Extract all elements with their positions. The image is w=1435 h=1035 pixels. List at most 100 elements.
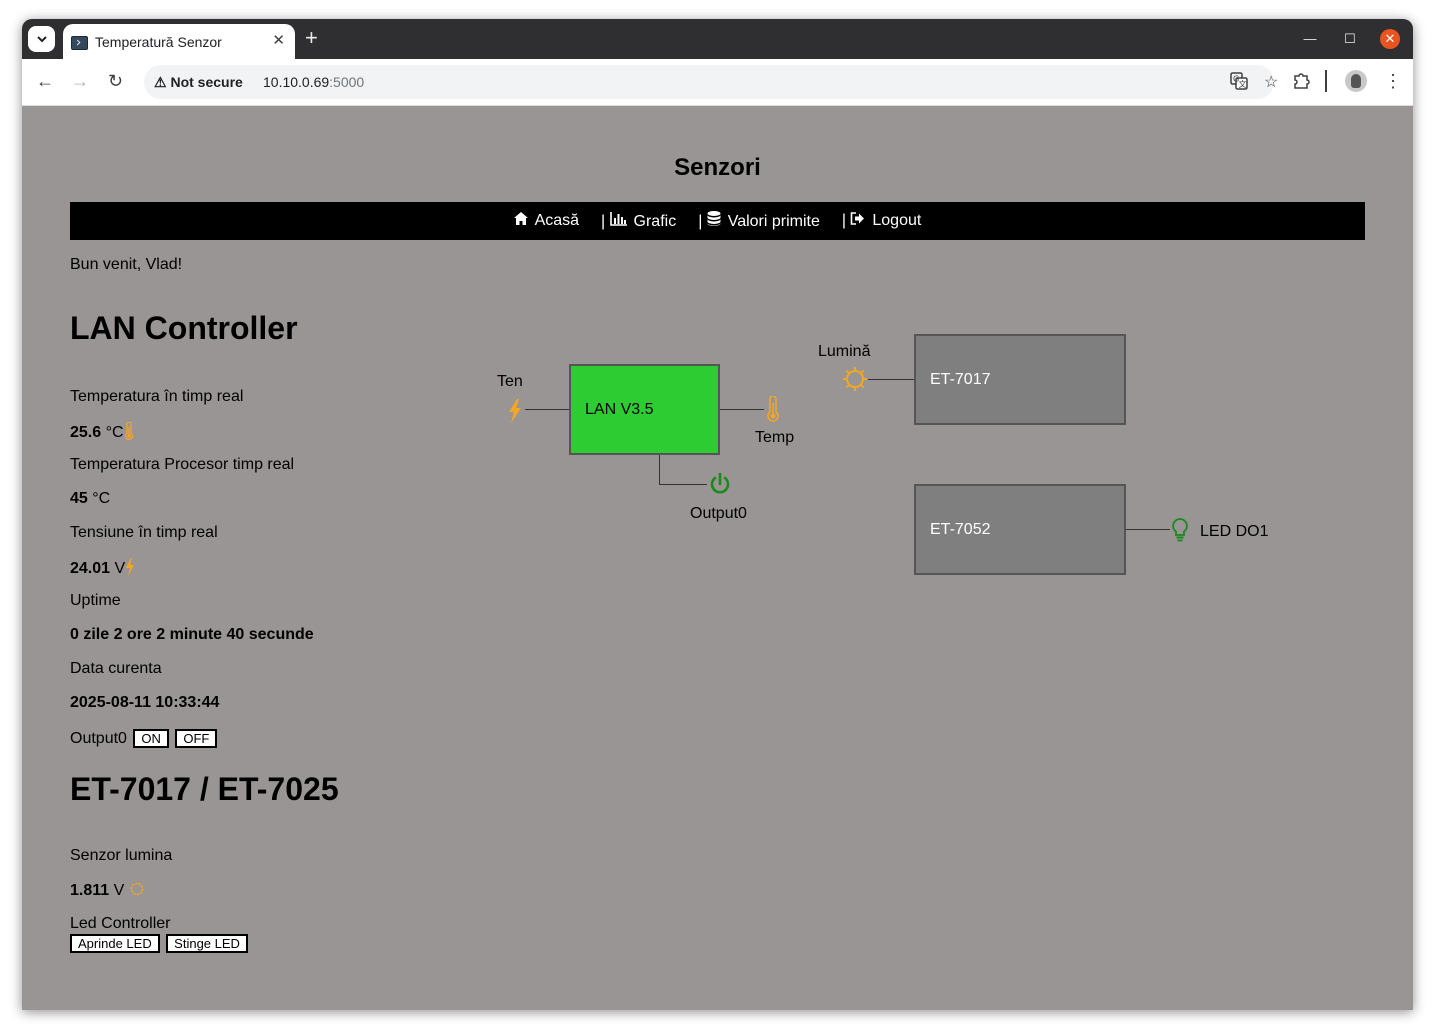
date-reading: 2025-08-11 10:33:44 xyxy=(70,694,219,712)
lan-device-box: LAN V3.5 xyxy=(569,364,720,455)
temp-value: 25.6 xyxy=(70,424,102,441)
et7052-device-box: ET-7052 xyxy=(914,484,1126,575)
led-off-button[interactable]: Stinge LED xyxy=(166,934,248,953)
temp-reading: 25.6 °C xyxy=(70,421,134,442)
maximize-icon[interactable]: ☐ xyxy=(1340,29,1360,49)
temp-label: Temperatura în timp real xyxy=(70,388,244,405)
browser-toolbar: ← → ↻ ⚠ Not secure 10.10.0.69:5000 文G ☆ … xyxy=(22,59,1413,106)
security-indicator[interactable]: ⚠ Not secure xyxy=(154,74,243,91)
lightning-icon xyxy=(125,558,135,577)
nav-logout[interactable]: | Logout xyxy=(842,212,921,230)
warning-triangle-icon: ⚠ xyxy=(154,74,167,90)
temp-unit: °C xyxy=(105,424,124,441)
nav-valori[interactable]: | Valori primite xyxy=(698,211,820,231)
back-arrow-icon[interactable]: ← xyxy=(36,71,54,91)
logout-icon xyxy=(850,212,869,228)
nav-logout-label: Logout xyxy=(872,212,922,229)
temp-diagram-label: Temp xyxy=(755,429,795,446)
tab-search-button[interactable] xyxy=(28,26,55,52)
lightbulb-icon[interactable] xyxy=(1172,518,1188,547)
database-icon xyxy=(707,211,725,229)
et7052-device-label: ET-7052 xyxy=(930,520,991,538)
nav-grafic[interactable]: | Grafic xyxy=(601,211,676,231)
page-content: Senzori Acasă | Grafic | Valori primite xyxy=(22,106,1413,1010)
nav-home-label: Acasă xyxy=(534,212,580,229)
lan-controller-heading: LAN Controller xyxy=(70,310,298,346)
nav-separator: | xyxy=(841,212,847,229)
power-icon[interactable] xyxy=(708,472,732,501)
terminal-favicon-icon xyxy=(71,36,88,50)
output0-diagram-label: Output0 xyxy=(690,505,747,522)
site-title: Senzori xyxy=(674,154,761,181)
welcome-message: Bun venit, Vlad! xyxy=(70,256,183,273)
nav-separator: | xyxy=(601,212,606,230)
led-do1-label: LED DO1 xyxy=(1200,523,1269,540)
ten-label: Ten xyxy=(497,373,523,390)
sun-icon xyxy=(129,882,145,899)
voltage-label: Tensiune în timp real xyxy=(70,524,218,541)
new-tab-button[interactable]: + xyxy=(305,25,318,51)
tab-close-icon[interactable]: ✕ xyxy=(272,31,285,49)
output0-on-button[interactable]: ON xyxy=(133,729,169,748)
uptime-value: 0 zile 2 ore 2 minute 40 secunde xyxy=(70,626,314,643)
cpu-temp-reading: 45 °C xyxy=(70,490,110,508)
more-menu-icon[interactable]: ⋮ xyxy=(1384,71,1402,92)
thermometer-icon xyxy=(766,395,780,427)
voltage-value: 24.01 xyxy=(70,560,111,577)
svg-text:G: G xyxy=(1233,75,1239,84)
toolbar-divider xyxy=(1325,70,1327,92)
cpu-temp-label: Temperatura Procesor timp real xyxy=(70,456,295,473)
url-text[interactable]: 10.10.0.69:5000 xyxy=(263,74,364,90)
bookmark-star-icon[interactable]: ☆ xyxy=(1264,72,1278,92)
minimize-icon[interactable]: — xyxy=(1300,29,1320,49)
led-controls: Aprinde LED Stinge LED xyxy=(68,934,248,953)
light-sensor-unit: V xyxy=(113,882,125,899)
tab-active[interactable]: Temperatură Senzor ✕ xyxy=(63,24,295,59)
voltage-reading: 24.01 V xyxy=(70,558,135,578)
connector-line xyxy=(1126,529,1170,530)
lightning-icon xyxy=(508,399,522,428)
nav-valori-label: Valori primite xyxy=(727,213,820,230)
light-sensor-value: 1.811 xyxy=(70,882,110,899)
address-bar[interactable]: ⚠ Not secure 10.10.0.69:5000 文G ☆ xyxy=(144,65,1278,99)
connector-line xyxy=(525,409,569,410)
date-label: Data curenta xyxy=(70,660,162,677)
uptime-label: Uptime xyxy=(70,592,121,609)
connector-line xyxy=(659,484,707,485)
cpu-temp-value: 45 xyxy=(70,490,88,507)
sun-icon xyxy=(843,367,867,396)
profile-avatar-icon[interactable] xyxy=(1345,70,1367,92)
bar-chart-icon xyxy=(609,211,631,229)
uptime-reading: 0 zile 2 ore 2 minute 40 secunde xyxy=(70,626,314,644)
home-icon xyxy=(513,212,532,228)
et7017-device-label: ET-7017 xyxy=(930,370,991,388)
et7017-device-box: ET-7017 xyxy=(914,334,1126,425)
forward-arrow-icon[interactable]: → xyxy=(71,71,89,91)
lan-device-label: LAN V3.5 xyxy=(585,400,654,418)
nav-home[interactable]: Acasă xyxy=(513,212,580,230)
voltage-unit: V xyxy=(114,560,126,577)
thermometer-icon xyxy=(124,421,134,441)
connector-line xyxy=(659,455,660,485)
et-heading: ET-7017 / ET-7025 xyxy=(70,771,339,807)
extensions-puzzle-icon[interactable] xyxy=(1292,71,1310,94)
url-host: 10.10.0.69 xyxy=(263,74,330,90)
url-port: :5000 xyxy=(329,74,365,90)
main-navbar: Acasă | Grafic | Valori primite | Logout xyxy=(70,202,1365,240)
reload-icon[interactable]: ↻ xyxy=(108,71,123,91)
security-label: Not secure xyxy=(170,74,243,90)
svg-text:文: 文 xyxy=(1239,79,1247,89)
output0-off-button[interactable]: OFF xyxy=(175,729,218,748)
device-diagram: LAN V3.5 Ten Temp Output0 ET-7017 Lumină… xyxy=(22,106,1413,1010)
browser-window: Temperatură Senzor ✕ + — ☐ ✕ ← → ↻ ⚠ Not… xyxy=(22,19,1413,1010)
led-on-button[interactable]: Aprinde LED xyxy=(70,934,160,953)
output0-row: Output0 ON OFF xyxy=(70,729,218,748)
light-diagram-label: Lumină xyxy=(818,343,871,360)
window-close-icon[interactable]: ✕ xyxy=(1380,29,1400,49)
nav-separator: | xyxy=(698,213,703,230)
tab-title: Temperatură Senzor xyxy=(95,34,222,50)
translate-icon[interactable]: 文G xyxy=(1230,72,1248,95)
tab-strip: Temperatură Senzor ✕ + — ☐ ✕ xyxy=(22,19,1413,59)
date-value: 2025-08-11 10:33:44 xyxy=(70,694,220,711)
light-sensor-label: Senzor lumina xyxy=(70,847,173,864)
